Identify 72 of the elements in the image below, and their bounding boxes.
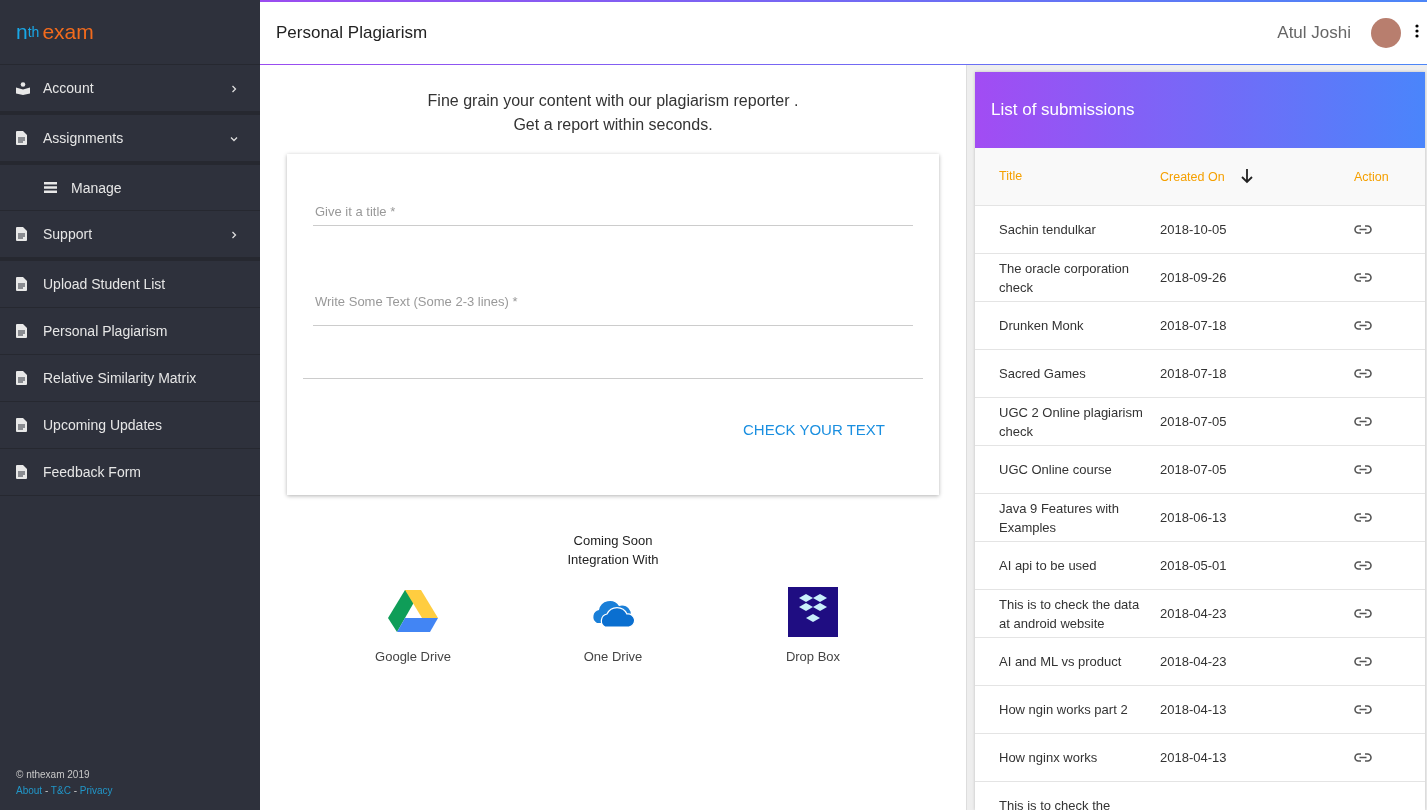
- submission-title: AI and ML vs product: [999, 653, 1123, 671]
- logo-text: exam: [42, 20, 94, 44]
- link-icon[interactable]: [1354, 513, 1372, 522]
- integration-label: Google Drive: [375, 649, 451, 664]
- integration-label: Drop Box: [785, 649, 841, 664]
- intro-text: Get a report within seconds.: [512, 115, 714, 135]
- title-field[interactable]: Give it a title *: [313, 198, 913, 226]
- footer-link[interactable]: T&C: [50, 785, 71, 796]
- link-icon[interactable]: [1354, 705, 1372, 714]
- submission-date: 2018-07-05: [1160, 414, 1228, 429]
- submission-date: 2018-07-05: [1160, 462, 1228, 477]
- submission-title: UGC 2 Online plagiarism check: [999, 403, 1144, 441]
- separator-text: -: [43, 785, 50, 796]
- submission-title: This is to check the: [999, 797, 1112, 810]
- link-icon[interactable]: [1354, 417, 1372, 426]
- panel-header: List of submissions: [975, 72, 1425, 148]
- submission-date: 2018-07-18: [1160, 366, 1228, 381]
- link-icon[interactable]: [1354, 609, 1372, 618]
- submission-title: Java 9 Features with Examples: [999, 499, 1120, 537]
- submission-date: 2018-04-23: [1160, 654, 1228, 669]
- user-name: Atul Joshi: [1277, 23, 1351, 43]
- document-icon: [16, 131, 27, 145]
- book-reader-icon: [16, 81, 30, 95]
- document-icon: [16, 371, 27, 385]
- submission-title: The oracle corporation check: [999, 259, 1131, 297]
- submission-title: Sacred Games: [999, 365, 1087, 383]
- drive-triangle-icon: [388, 590, 438, 634]
- submission-title: How ngin works part 2: [999, 701, 1129, 719]
- document-icon: [16, 324, 27, 338]
- page-title: Personal Plagiarism: [276, 23, 429, 43]
- submission-title: UGC Online course: [999, 461, 1113, 479]
- document-icon: [16, 418, 27, 432]
- intro-text: Fine grain your content with our plagiarism reporter .: [427, 91, 799, 111]
- copyright-text: © nthexam 2019: [16, 768, 91, 782]
- more-menu-icon[interactable]: [1415, 24, 1419, 38]
- dropbox-icon: [788, 587, 838, 637]
- text-field[interactable]: Write Some Text (Some 2-3 lines) *: [313, 278, 913, 326]
- submission-title: How nginx works: [999, 749, 1099, 767]
- avatar[interactable]: [1371, 18, 1401, 48]
- integration-heading: Coming Soon: [572, 532, 654, 550]
- submission-date: 2018-10-05: [1160, 222, 1228, 237]
- submission-date: 2018-06-13: [1160, 510, 1228, 525]
- sort-arrow-icon[interactable]: [1238, 166, 1255, 184]
- submission-date: 2018-05-01: [1160, 558, 1228, 573]
- link-icon[interactable]: [1354, 273, 1372, 282]
- submission-title: Drunken Monk: [999, 317, 1085, 335]
- submission-date: 2018-09-26: [1160, 270, 1228, 285]
- logo-text: n: [16, 20, 28, 44]
- document-icon: [16, 227, 27, 241]
- document-icon: [16, 277, 27, 291]
- separator-text: -: [72, 785, 78, 796]
- link-icon[interactable]: [1354, 561, 1372, 570]
- submission-date: 2018-04-23: [1160, 606, 1228, 621]
- list-icon: [44, 182, 57, 193]
- link-icon[interactable]: [1354, 465, 1372, 474]
- footer-link[interactable]: About: [16, 785, 43, 796]
- footer-link[interactable]: Privacy: [79, 785, 113, 796]
- submission-date: 2018-07-18: [1160, 318, 1228, 333]
- document-icon: [16, 465, 27, 479]
- integration-heading: Integration With: [567, 551, 659, 569]
- logo-superscript: th: [27, 24, 40, 40]
- submission-date: 2018-04-13: [1160, 750, 1228, 765]
- link-icon[interactable]: [1354, 753, 1372, 762]
- link-icon[interactable]: [1354, 321, 1372, 330]
- submission-title: Sachin tendulkar: [999, 221, 1097, 239]
- submission-title: This is to check the data at android website: [999, 595, 1141, 633]
- link-icon[interactable]: [1354, 369, 1372, 378]
- submission-title: AI api to be used: [999, 557, 1098, 575]
- link-icon[interactable]: [1354, 225, 1372, 234]
- integration-label: One Drive: [583, 649, 643, 664]
- submission-date: 2018-04-13: [1160, 702, 1228, 717]
- link-icon[interactable]: [1354, 657, 1372, 666]
